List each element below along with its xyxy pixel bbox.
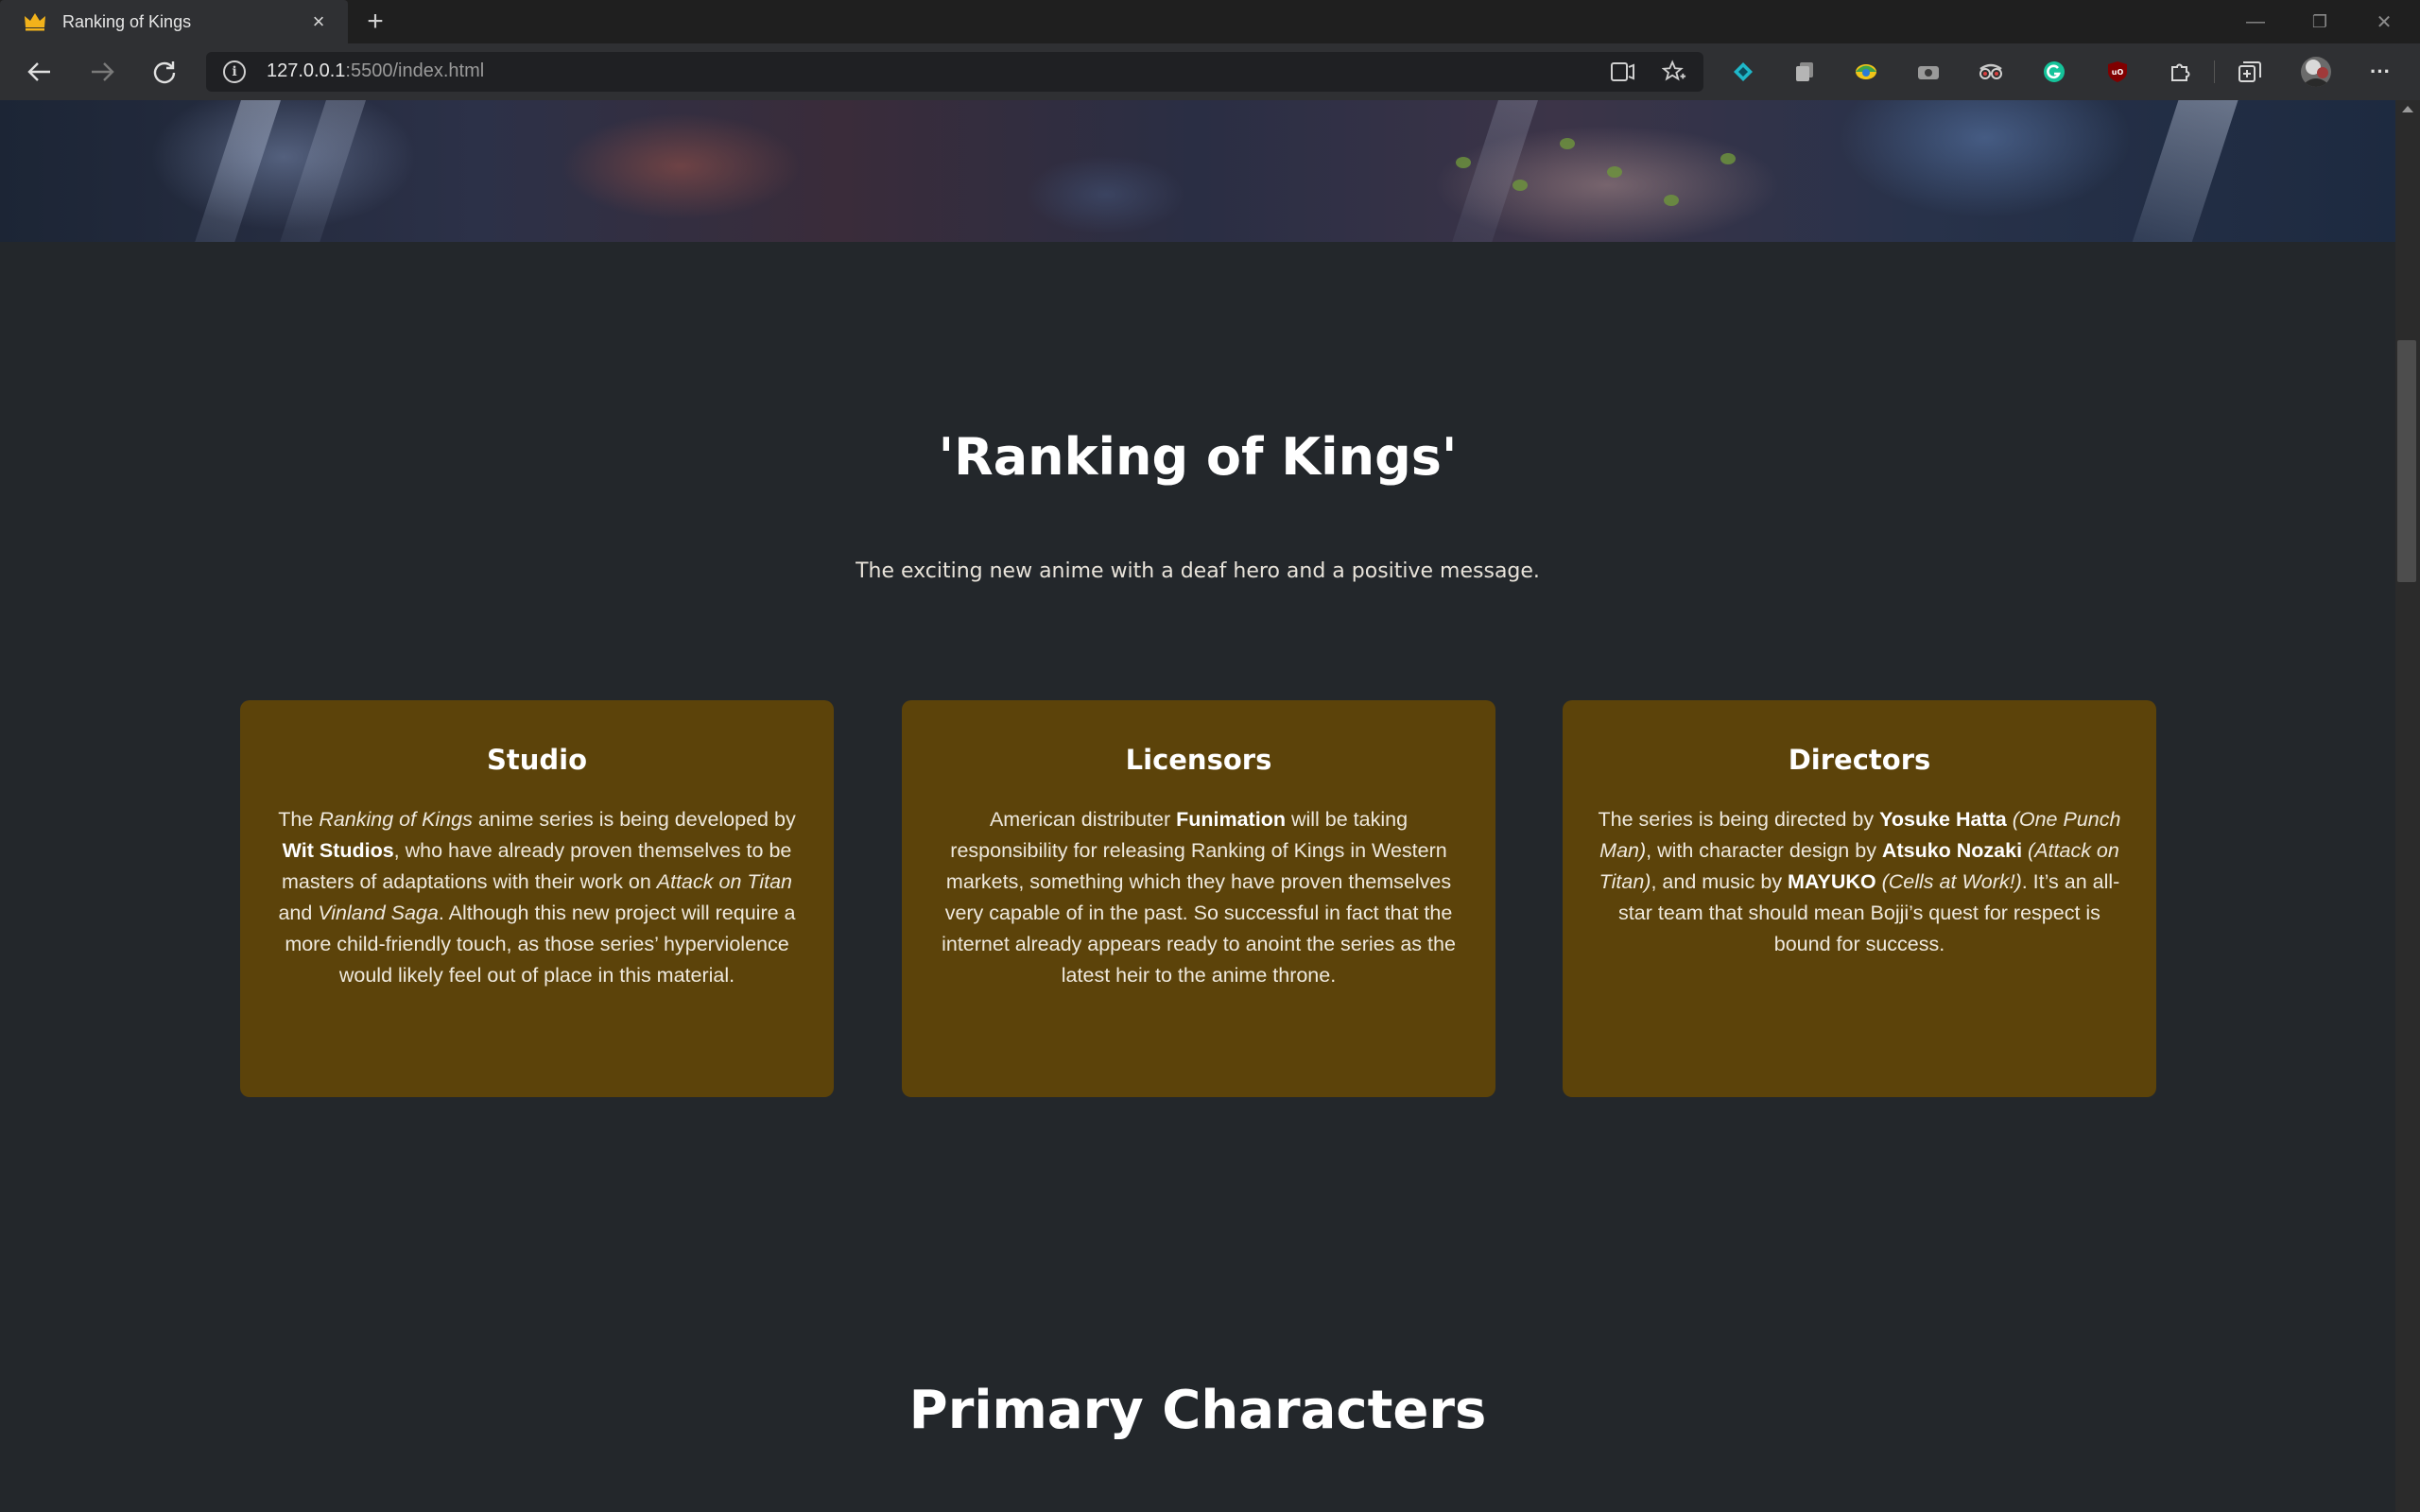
more-icon[interactable]: ··· — [2365, 57, 2395, 87]
card-text: The — [278, 808, 320, 831]
collections-icon[interactable] — [2235, 57, 2265, 87]
hero-streak — [274, 100, 369, 242]
card-body: The series is being directed by Yosuke H… — [1593, 804, 2126, 960]
card-bold: Wit Studios — [282, 839, 394, 862]
card-body: The Ranking of Kings anime series is bei… — [270, 804, 804, 991]
extension-camera-icon[interactable] — [1913, 57, 1944, 87]
restore-button[interactable]: ❐ — [2288, 0, 2352, 43]
hero-leaf — [1560, 138, 1575, 149]
card-text: , and music by — [1651, 870, 1789, 893]
close-window-button[interactable]: ✕ — [2352, 0, 2416, 43]
browser-window: Ranking of Kings × + — ❐ ✕ i 127.0.0.1:5… — [0, 0, 2420, 1512]
card-text: The series is being directed by — [1598, 808, 1880, 831]
page-viewport: 'Ranking of Kings' The exciting new anim… — [0, 100, 2395, 1512]
card-italic: Attack on Titan — [656, 870, 792, 893]
hero-streak — [189, 100, 284, 242]
toolbar-divider — [2214, 60, 2215, 83]
card-text: American distributer — [989, 808, 1177, 831]
card-title: Studio — [486, 744, 588, 776]
hero-leaf — [1664, 195, 1679, 206]
card-licensors: Licensors American distributer Funimatio… — [902, 700, 1495, 1097]
extension-glasses-icon[interactable] — [1976, 57, 2006, 87]
url-host: 127.0.0.1 — [267, 60, 346, 81]
svg-text:uO: uO — [2112, 68, 2124, 77]
card-title: Directors — [1788, 744, 1931, 776]
card-bold: MAYUKO — [1788, 870, 1876, 893]
puzzle-icon[interactable] — [2165, 57, 2195, 87]
back-arrow-icon — [27, 62, 50, 81]
address-bar[interactable]: i 127.0.0.1:5500/index.html — [206, 52, 1703, 92]
hero-leaf — [1456, 157, 1471, 168]
section-title-primary-characters: Primary Characters — [908, 1380, 1487, 1441]
forward-arrow-icon — [92, 62, 114, 81]
card-italic: Ranking of Kings — [319, 808, 473, 831]
vertical-scrollbar[interactable] — [2395, 100, 2420, 1512]
crown-icon — [23, 9, 47, 34]
favorite-star-icon[interactable] — [1662, 60, 1686, 84]
tab-title: Ranking of Kings — [62, 11, 192, 31]
extension-copy-icon[interactable] — [1789, 57, 1820, 87]
hero-streak — [2127, 100, 2240, 242]
card-text: and — [278, 902, 319, 924]
page-subtitle: The exciting new anime with a deaf hero … — [856, 559, 1540, 583]
url-path: :5500/index.html — [345, 60, 485, 81]
card-text: anime series is being developed by — [472, 808, 796, 831]
minimize-button[interactable]: — — [2223, 0, 2288, 43]
card-text: will be taking responsibility for releas… — [942, 808, 1456, 987]
tab-strip: Ranking of Kings × + — ❐ ✕ — [0, 0, 2420, 43]
tab-ranking-of-kings[interactable]: Ranking of Kings × — [0, 0, 348, 43]
url-text[interactable]: 127.0.0.1:5500/index.html — [267, 60, 484, 82]
page-title: 'Ranking of Kings' — [938, 427, 1458, 487]
hero-leaf — [1720, 153, 1736, 164]
hero-leaf — [1512, 180, 1528, 191]
ublock-icon[interactable]: uO — [2102, 57, 2133, 87]
card-text: , with character design by — [1646, 839, 1882, 862]
immersive-reader-icon[interactable] — [1611, 60, 1635, 84]
profile-avatar[interactable] — [2299, 55, 2333, 89]
hero-leaf — [1607, 166, 1622, 178]
card-bold: Atsuko Nozaki — [1881, 839, 2023, 862]
hero-streak — [1446, 100, 1541, 242]
new-tab-button[interactable]: + — [359, 6, 391, 38]
scroll-thumb[interactable] — [2397, 340, 2416, 582]
card-bold: Funimation — [1176, 808, 1286, 831]
close-tab-icon[interactable]: × — [304, 8, 333, 36]
card-title: Licensors — [1125, 744, 1272, 776]
scroll-up-arrow-icon[interactable] — [2402, 106, 2413, 112]
reload-icon — [153, 61, 176, 84]
extension-colorful-icon[interactable] — [1851, 57, 1881, 87]
card-bold: Yosuke Hatta — [1879, 808, 2007, 831]
card-italic: (Cells at Work!) — [1876, 870, 2022, 893]
browser-toolbar: i 127.0.0.1:5500/index.html uO ··· — [0, 43, 2420, 100]
reload-button[interactable] — [146, 53, 183, 91]
info-icon[interactable]: i — [223, 60, 246, 83]
card-studio: Studio The Ranking of Kings anime series… — [240, 700, 834, 1097]
card-body: American distributer Funimation will be … — [932, 804, 1465, 991]
card-italic: Vinland Saga — [318, 902, 439, 924]
grammarly-icon[interactable] — [2039, 57, 2069, 87]
hero-image — [0, 100, 2395, 242]
card-directors: Directors The series is being directed b… — [1563, 700, 2156, 1097]
back-button[interactable] — [21, 53, 59, 91]
extension-teal-icon[interactable] — [1728, 57, 1758, 87]
forward-button[interactable] — [83, 53, 121, 91]
